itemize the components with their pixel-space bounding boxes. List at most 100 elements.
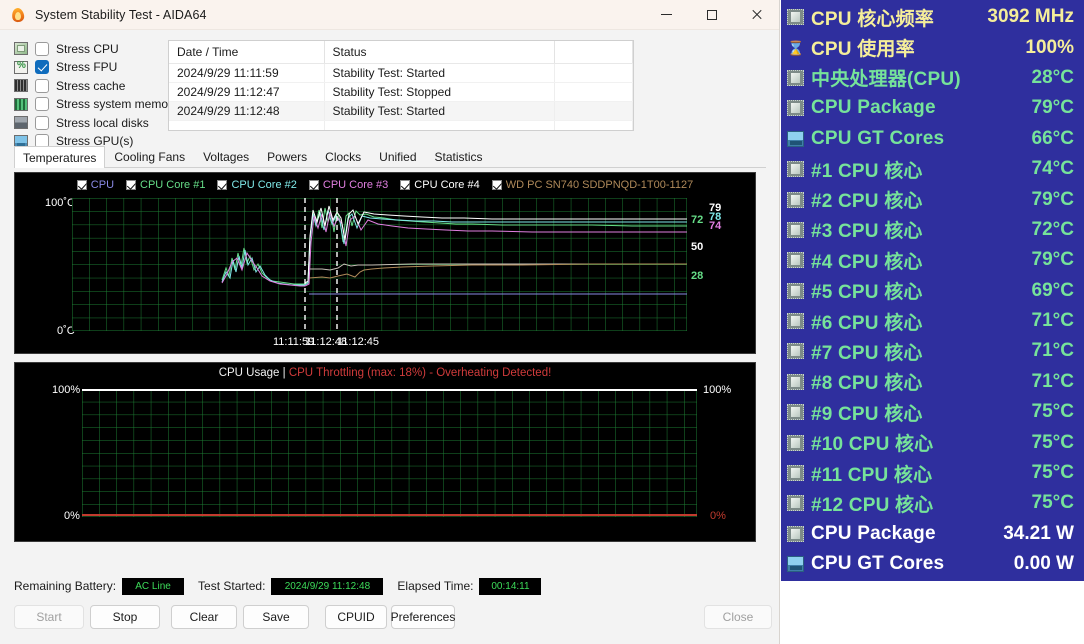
sensor-value: 69°C	[1031, 279, 1074, 301]
table-header-row: Date / Time Status	[169, 41, 633, 64]
column-header-datetime[interactable]: Date / Time	[169, 41, 325, 64]
sensor-name: #8 CPU 核心	[811, 373, 923, 395]
temperature-chart[interactable]: CPU CPU Core #1 CPU Core #2 CPU Core #3 CPU …	[14, 172, 756, 354]
cell-empty	[324, 120, 555, 130]
sensor-row: #11 CPU 核心 75°C	[787, 458, 1076, 488]
tab-statistics[interactable]: Statistics	[426, 145, 492, 167]
sensor-row: #2 CPU 核心 79°C	[787, 184, 1076, 214]
usage-chart-title: CPU Usage | CPU Throttling (max: 18%) - …	[15, 367, 755, 379]
stress-option-row[interactable]: Stress local disks	[14, 114, 160, 132]
stress-option-label: Stress CPU	[56, 41, 119, 56]
stress-option-checkbox[interactable]	[35, 78, 49, 93]
cpu-usage-chart[interactable]: CPU Usage | CPU Throttling (max: 18%) - …	[14, 362, 756, 542]
battery-value: AC Line	[122, 577, 185, 595]
close-window-button[interactable]	[734, 0, 779, 30]
cell-status: Stability Test: Started	[324, 101, 555, 121]
temp-value-label-72: 72	[691, 214, 704, 226]
sensor-row: 中央处理器(CPU) 28°C	[787, 63, 1076, 93]
legend-checkbox[interactable]	[217, 180, 228, 190]
table-row[interactable]: 2024/9/29 11:11:59 Stability Test: Starte…	[169, 63, 633, 83]
legend-item[interactable]: WD PC SN740 SDDPNQD-1T00-1127	[491, 179, 694, 191]
close-button[interactable]: Close	[704, 605, 772, 629]
stress-option-row[interactable]: Stress cache	[14, 77, 160, 95]
sensor-name: #1 CPU 核心	[811, 160, 923, 182]
sensor-row: CPU GT Cores 66°C	[787, 124, 1076, 154]
stress-option-label: Stress local disks	[56, 115, 149, 130]
start-button[interactable]: Start	[14, 605, 84, 629]
column-header-status[interactable]: Status	[324, 41, 555, 64]
stress-option-checkbox[interactable]	[35, 115, 49, 130]
window-controls	[644, 0, 779, 30]
sensor-value: 100%	[1025, 36, 1074, 58]
stress-option-label: Stress cache	[56, 78, 126, 93]
minimize-button[interactable]	[644, 0, 689, 30]
tab-cooling-fans[interactable]: Cooling Fans	[105, 145, 194, 167]
sensor-row: #12 CPU 核心 75°C	[787, 488, 1076, 518]
close-icon	[751, 9, 762, 20]
legend-item[interactable]: CPU	[76, 179, 114, 191]
stress-option-row[interactable]: Stress FPU	[14, 59, 160, 77]
tab-unified[interactable]: Unified	[370, 145, 425, 167]
stress-option-row[interactable]: Stress system memo	[14, 96, 168, 114]
stress-option-checkbox[interactable]	[35, 41, 49, 56]
tab-clocks[interactable]: Clocks	[316, 145, 370, 167]
temp-axis-max-label: 100˚C	[45, 197, 75, 209]
log-table-body: 2024/9/29 11:11:59 Stability Test: Starte…	[169, 63, 633, 130]
sensor-row: #7 CPU 核心 71°C	[787, 336, 1076, 366]
stress-option-row[interactable]: Stress CPU	[14, 40, 160, 58]
sensor-value: 79°C	[1031, 97, 1074, 119]
save-button[interactable]: Save	[243, 605, 309, 629]
stress-option-checkbox[interactable]	[35, 97, 49, 112]
legend-item[interactable]: CPU Core #4	[400, 179, 480, 191]
clear-button[interactable]: Clear	[171, 605, 237, 629]
sensor-value: 79°C	[1031, 188, 1074, 210]
status-bar: Remaining Battery: AC Line Test Started:…	[14, 575, 766, 597]
usage-left-max-label: 100%	[52, 384, 81, 396]
sensor-value: 75°C	[1031, 462, 1074, 484]
legend-item[interactable]: CPU Core #1	[126, 179, 205, 191]
sensor-name: CPU 使用率	[811, 39, 915, 61]
sensor-row: CPU Package 34.21 W	[787, 519, 1076, 549]
test-started-value: 2024/9/29 11:12:48	[271, 577, 384, 595]
sensor-value: 0.00 W	[1013, 553, 1074, 575]
table-row[interactable]: 2024/9/29 11:12:47 Stability Test: Stoppe…	[169, 82, 633, 102]
legend-checkbox[interactable]	[126, 180, 137, 190]
temperature-chart-legend: CPU CPU Core #1 CPU Core #2 CPU Core #3 CPU …	[15, 177, 755, 193]
legend-label: CPU Core #4	[414, 179, 480, 191]
sensor-name: #4 CPU 核心	[811, 251, 923, 273]
sensor-name: #10 CPU 核心	[811, 434, 934, 456]
stress-option-checkbox[interactable]	[35, 60, 49, 75]
sensor-name: #9 CPU 核心	[811, 403, 923, 425]
table-row[interactable]: 2024/9/29 11:12:48 Stability Test: Starte…	[169, 101, 633, 121]
legend-label: WD PC SN740 SDDPNQD-1T00-1127	[505, 179, 694, 191]
title-bar: System Stability Test - AIDA64	[0, 0, 779, 30]
chip-icon	[787, 495, 804, 512]
temp-x-tick-3: 11:12:45	[337, 336, 380, 348]
tab-voltages[interactable]: Voltages	[194, 145, 258, 167]
sensor-name: #2 CPU 核心	[811, 191, 923, 213]
preferences-button[interactable]: Preferences	[391, 605, 455, 629]
legend-item[interactable]: CPU Core #3	[308, 179, 388, 191]
chip-icon	[787, 100, 804, 117]
gpu-icon	[787, 130, 804, 147]
cpuid-button[interactable]: CPUID	[325, 605, 387, 629]
chip-icon	[787, 191, 804, 208]
legend-checkbox[interactable]	[491, 180, 502, 190]
legend-checkbox[interactable]	[308, 180, 319, 190]
tab-powers[interactable]: Powers	[258, 145, 316, 167]
event-log-table[interactable]: Date / Time Status 2024/9/29 11:11:59 Sta…	[168, 40, 634, 131]
tab-temperatures[interactable]: Temperatures	[14, 146, 106, 168]
sensor-row: #4 CPU 核心 79°C	[787, 245, 1076, 275]
sensor-row: CPU Package 79°C	[787, 93, 1076, 123]
button-bar: Start Stop Clear Save CPUID Preferences …	[14, 605, 772, 629]
sensor-row: #1 CPU 核心 74°C	[787, 154, 1076, 184]
legend-checkbox[interactable]	[76, 180, 87, 190]
column-header-extra[interactable]	[554, 41, 633, 64]
legend-item[interactable]: CPU Core #2	[217, 179, 297, 191]
chip-icon	[787, 221, 804, 238]
cpu-usage-plot	[82, 389, 697, 517]
maximize-button[interactable]	[689, 0, 734, 30]
legend-checkbox[interactable]	[400, 180, 411, 190]
stop-button[interactable]: Stop	[90, 605, 160, 629]
sensor-row: CPU GT Cores 0.00 W	[787, 549, 1076, 579]
